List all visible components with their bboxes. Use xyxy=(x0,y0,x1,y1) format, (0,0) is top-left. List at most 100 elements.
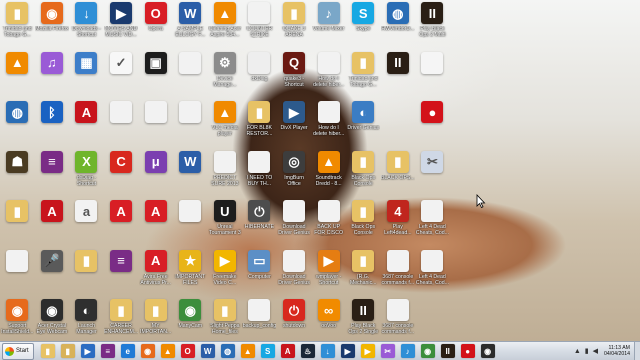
desktop-shortcut[interactable]: ☗ xyxy=(0,149,35,199)
desktop-shortcut[interactable]: ⏻ shutdown xyxy=(277,297,312,341)
desktop-shortcut[interactable]: ▲ Cleaning Acer Aspire 534... xyxy=(208,0,243,50)
desktop-shortcut[interactable]: PREDICT SURE 2013 xyxy=(208,149,243,199)
desktop-shortcut[interactable]: dxDiag xyxy=(242,50,277,100)
desktop-shortcut[interactable]: ▮ xyxy=(69,248,104,298)
desktop-shortcut[interactable]: How do I delete hiber... xyxy=(311,99,346,149)
music-icon[interactable]: ♪ xyxy=(400,344,415,358)
winrar-icon[interactable]: ≡ xyxy=(100,344,115,358)
desktop-shortcut[interactable]: ◎ ImgBurn Office xyxy=(277,149,312,199)
firefox-icon[interactable]: ◉ xyxy=(140,344,155,358)
desktop-shortcut[interactable] xyxy=(173,50,208,100)
desktop-shortcut[interactable]: ▲ VLC media player xyxy=(208,99,243,149)
desktop-shortcut[interactable] xyxy=(173,198,208,248)
freemake-icon[interactable]: ▶ xyxy=(360,344,375,358)
desktop-shortcut[interactable] xyxy=(138,99,173,149)
desktop-shortcut[interactable]: O Opera xyxy=(138,0,173,50)
desktop-shortcut[interactable]: ▮Black Ops Console Che... xyxy=(346,149,381,199)
desktop-shortcut[interactable]: ∞ ooVoo xyxy=(311,297,346,341)
desktop-shortcut[interactable]: ▮ CAREER ENHANCEM... xyxy=(104,297,139,341)
desktop-shortcut[interactable] xyxy=(173,99,208,149)
desktop-shortcut[interactable]: ▶ MOVIES AND MUSIC VID... xyxy=(104,0,139,50)
clock[interactable]: 11:13 AM 04/04/2014 xyxy=(604,345,630,357)
desktop-shortcut[interactable]: ▮ xyxy=(0,198,35,248)
desktop-shortcut[interactable]: ▮ Trinidad and Tobago G... xyxy=(346,50,381,100)
desktop-shortcut[interactable]: ≡ xyxy=(104,248,139,298)
desktop-shortcut[interactable]: II Play Black Ops 2 Multi xyxy=(415,0,450,50)
desktop-shortcut[interactable]: S Skype xyxy=(346,0,381,50)
desktop-shortcut[interactable]: ▣ xyxy=(138,50,173,100)
snipping-tool-icon[interactable]: ✂ xyxy=(380,344,395,358)
desktop-shortcut[interactable]: ▮ QUAKE 3 ARENA xyxy=(277,0,312,50)
desktop-shortcut[interactable]: ♫ xyxy=(35,50,70,100)
desktop-shortcut[interactable]: 4 Play Left4dead... xyxy=(381,198,416,248)
desktop-shortcut[interactable]: ★ IMPORTANT FILES xyxy=(173,248,208,298)
downloads-icon[interactable]: ↓ xyxy=(320,344,335,358)
desktop-shortcut[interactable]: ◉ Mozilla Firefox xyxy=(35,0,70,50)
tray-expand-icon[interactable]: ▲ xyxy=(574,348,581,355)
desktop-shortcut[interactable] xyxy=(104,99,139,149)
media-player-icon[interactable]: ▶ xyxy=(80,344,95,358)
desktop-shortcut[interactable]: ♪ Volume Mixer xyxy=(311,0,346,50)
desktop-shortcut[interactable]: ᛒ xyxy=(35,99,70,149)
desktop-shortcut[interactable]: a xyxy=(69,198,104,248)
desktop-shortcut[interactable]: 3687 console commands f... xyxy=(381,297,416,341)
opera-icon[interactable]: O xyxy=(180,344,195,358)
desktop-shortcut[interactable]: II xyxy=(381,50,416,100)
desktop-shortcut[interactable]: ▶ DivX Player xyxy=(277,99,312,149)
desktop-shortcut[interactable]: Download Driver Genius xyxy=(277,248,312,298)
desktop-shortcut[interactable]: W xyxy=(173,149,208,199)
start-button[interactable]: Start xyxy=(2,342,34,360)
desktop-shortcut[interactable]: ▮ [R.G. Mechanic... xyxy=(346,248,381,298)
network-icon[interactable]: ▮ xyxy=(585,347,589,355)
steam-icon[interactable]: ♨ xyxy=(300,344,315,358)
desktop-shortcut[interactable]: ◉ ManyCam xyxy=(173,297,208,341)
desktop-shortcut[interactable] xyxy=(415,50,450,100)
desktop-shortcut[interactable]: ▲ xyxy=(0,50,35,100)
desktop-shortcut[interactable]: ▭ Computer xyxy=(242,248,277,298)
desktop-shortcut[interactable]: A Avira Free Antivirus Pr... xyxy=(138,248,173,298)
desktop-shortcut[interactable]: ● xyxy=(415,99,450,149)
desktop-shortcut[interactable]: ▦ xyxy=(69,50,104,100)
desktop-shortcut[interactable]: ⏻ HIBERNATE xyxy=(242,198,277,248)
manycam-icon[interactable]: ◉ xyxy=(420,344,435,358)
desktop-shortcut[interactable]: ▶ wmplayer - Shortcut xyxy=(311,248,346,298)
desktop-shortcut[interactable]: U Unreal Tournament 3 xyxy=(208,198,243,248)
desktop-shortcut[interactable]: ▮ FOR BL8K RESTOR... xyxy=(242,99,277,149)
skype-icon[interactable]: S xyxy=(260,344,275,358)
desktop-shortcut[interactable]: A xyxy=(104,198,139,248)
ie-icon[interactable]: e xyxy=(120,344,135,358)
desktop-shortcut[interactable]: ▮ Trinidad and Tobago G... xyxy=(0,0,35,50)
desktop-shortcut[interactable]: ▮ Slight Peppa Home_files xyxy=(208,297,243,341)
desktop-shortcut[interactable]: How do I delete hiber... xyxy=(311,50,346,100)
folder-icon[interactable]: ▮ xyxy=(60,344,75,358)
desktop-shortcut[interactable]: ◐ Launch Manager xyxy=(69,297,104,341)
desktop-shortcut[interactable]: C xyxy=(104,149,139,199)
media-center-icon[interactable]: ▶ xyxy=(340,344,355,358)
desktop-shortcut[interactable]: ✂ xyxy=(415,149,450,199)
desktop-shortcut[interactable]: II Play Black Ops 2 Single xyxy=(346,297,381,341)
desktop-shortcut[interactable] xyxy=(0,248,35,298)
desktop-shortcut[interactable]: ◉ Acer Crystal Eye Webcam xyxy=(35,297,70,341)
desktop-shortcut[interactable]: Left 4 Dead Cheats, Cod... xyxy=(415,198,450,248)
desktop-shortcut[interactable]: 3687 console commands f... xyxy=(381,248,416,298)
desktop-shortcut[interactable]: ≡ xyxy=(35,149,70,199)
word-icon[interactable]: W xyxy=(200,344,215,358)
desktop-shortcut[interactable]: Qquake3 - Shortcut xyxy=(277,50,312,100)
desktop-shortcut[interactable]: μ xyxy=(138,149,173,199)
desktop-shortcut[interactable]: ▮ BLACK OPS... xyxy=(381,149,416,199)
desktop-shortcut[interactable]: COUNTER STRIKE GLO... xyxy=(242,0,277,50)
desktop-shortcut[interactable]: ◍ xyxy=(0,99,35,149)
desktop-shortcut[interactable]: 🎤 xyxy=(35,248,70,298)
desktop-shortcut[interactable]: ▮Black Ops Console Che... xyxy=(346,198,381,248)
desktop-shortcut[interactable]: ▲ Soundtrack Dredd - 8... xyxy=(311,149,346,199)
desktop-shortcut[interactable]: Left 4 Dead Cheats, Cod... xyxy=(415,248,450,298)
desktop-shortcut[interactable]: ◐ Driver Genius xyxy=(346,99,381,149)
desktop-shortcut[interactable]: ◍ HWVendorD... xyxy=(381,0,416,50)
vlc-icon[interactable]: ▲ xyxy=(160,344,175,358)
black-ops-icon[interactable]: II xyxy=(440,344,455,358)
desktop-shortcut[interactable]: ▶ Freemake Video C... xyxy=(208,248,243,298)
desktop-shortcut[interactable]: ◉ Support InstallShield... xyxy=(0,297,35,341)
volume-icon[interactable]: ◀ xyxy=(593,347,598,355)
globe-icon[interactable]: ◍ xyxy=(220,344,235,358)
desktop-shortcut[interactable]: ▮ MY IMPORTAN... xyxy=(138,297,173,341)
